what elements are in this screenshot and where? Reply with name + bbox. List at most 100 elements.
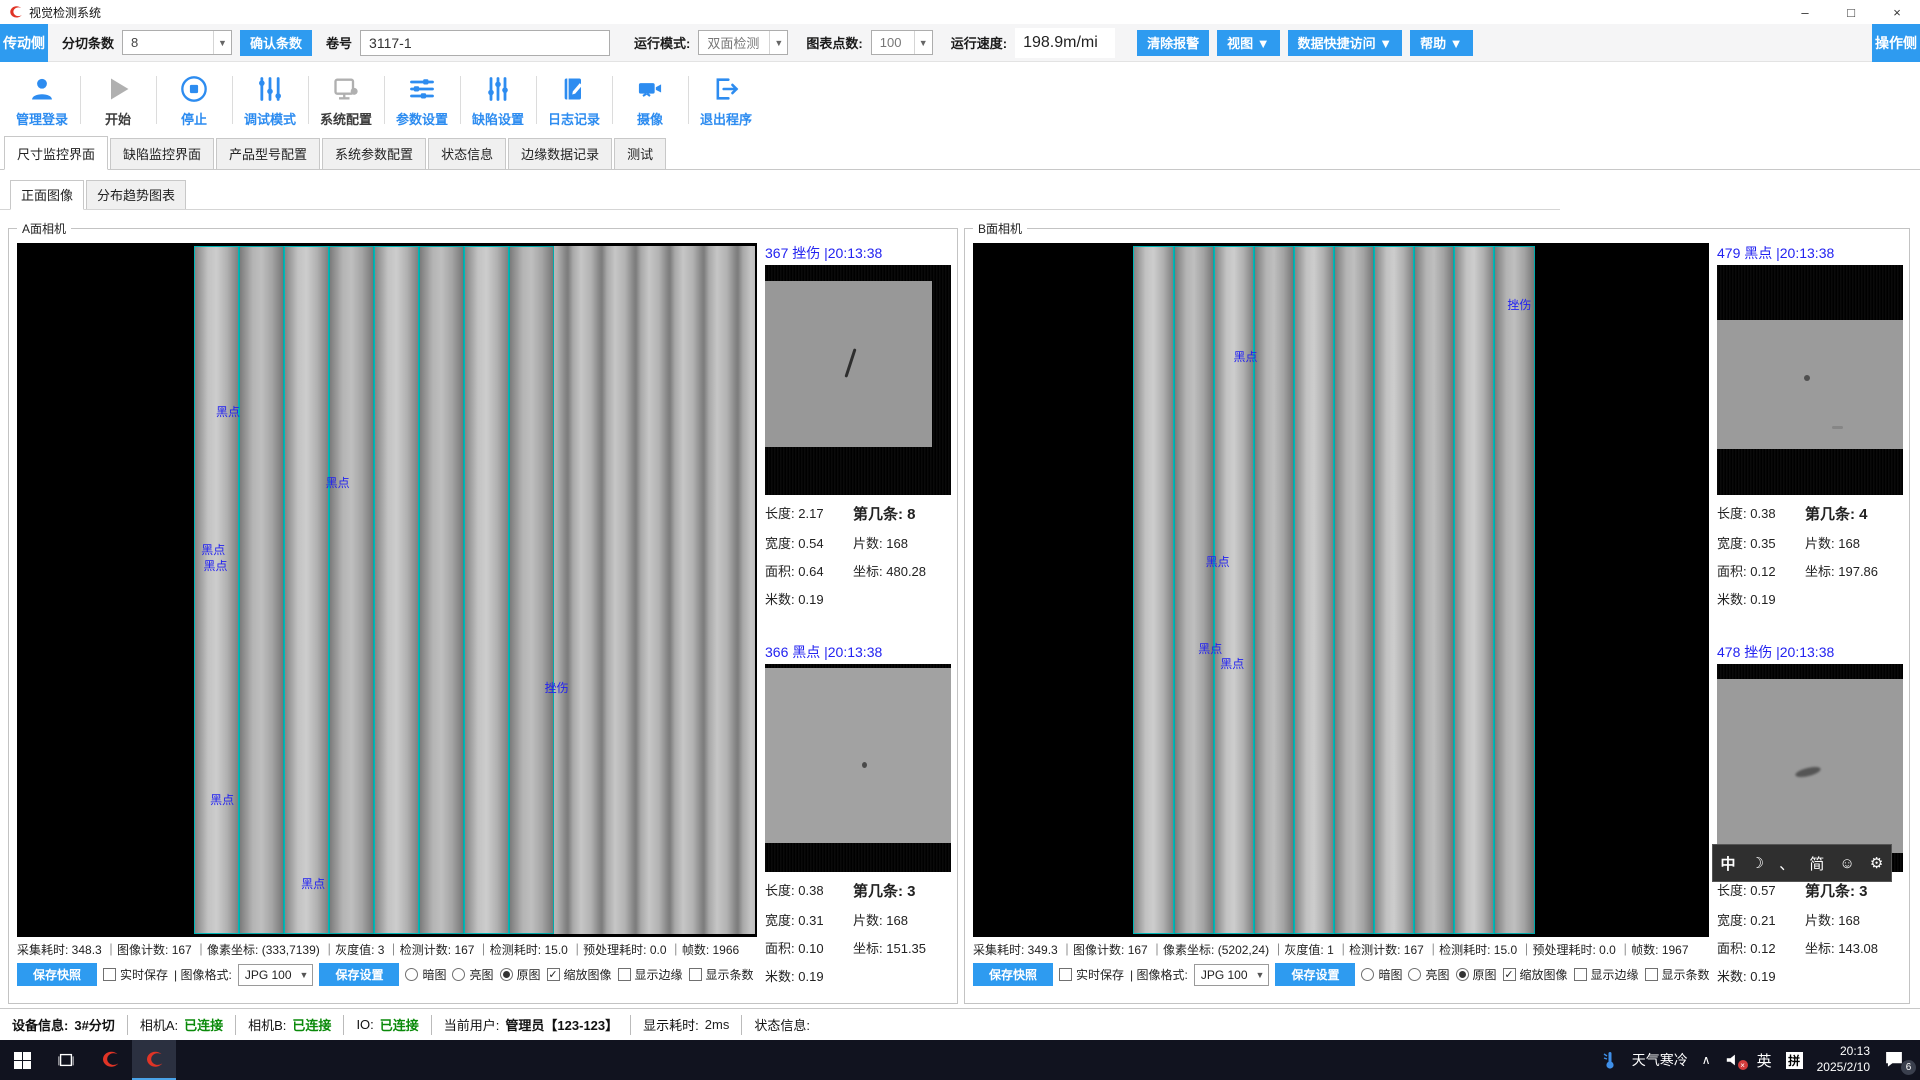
tab-test[interactable]: 测试 [614,138,666,169]
run-mode-select[interactable]: 双面检测 ▼ [698,30,788,55]
exit-program-button[interactable]: 退出程序 [688,62,764,138]
ime-pinyin-indicator[interactable]: 拼 [1786,1052,1803,1069]
image-format-select[interactable]: JPG 100 ▼ [1194,964,1270,986]
tray-chevron-icon[interactable]: ∧ [1702,1053,1711,1067]
tab-product-model-config[interactable]: 产品型号配置 [216,138,320,169]
ime-chinese-mode[interactable]: 中 [1721,853,1736,874]
ime-punctuation-icon[interactable]: 、 [1779,853,1794,874]
defect-annotation: 黑点 [1220,655,1244,672]
camera-b-image[interactable]: 挫伤 黑点 黑点 黑点 黑点 [973,243,1709,937]
minimize-button[interactable]: – [1782,0,1828,24]
tab-status-info[interactable]: 状态信息 [428,138,506,169]
chevron-down-icon: ▼ [914,31,932,54]
defect-info: 长度: 0.38 第几条: 3 宽度: 0.31 片数: 168 面积: 0.1… [765,872,951,985]
realtime-save-checkbox[interactable]: 实时保存 [1059,966,1124,983]
ime-settings-gear-icon[interactable]: ⚙ [1870,854,1883,872]
camera-a-title: A面相机 [17,220,71,237]
log-record-button[interactable]: 日志记录 [536,62,612,138]
ime-simplified-icon[interactable]: 简 [1809,853,1824,874]
defect-header[interactable]: 478 挫伤 |20:13:38 [1717,642,1903,664]
defect-thumbnail[interactable] [765,265,951,495]
defect-thumbnail[interactable] [1717,664,1903,872]
show-edge-checkbox[interactable]: 显示边缘 [618,966,683,983]
run-mode-label: 运行模式: [634,33,690,52]
tab-edge-data-record[interactable]: 边缘数据记录 [508,138,612,169]
drive-side-button[interactable]: 传动侧 [0,24,48,62]
camera-a-image[interactable]: 黑点 黑点 黑点 黑点 挫伤 黑点 黑点 [17,243,757,937]
confirm-count-button[interactable]: 确认条数 [240,30,312,56]
close-button[interactable]: × [1874,0,1920,24]
tab-system-param-config[interactable]: 系统参数配置 [322,138,426,169]
save-snapshot-button[interactable]: 保存快照 [17,963,97,986]
taskbar-time: 20:13 [1817,1044,1870,1060]
original-image-radio[interactable]: 原图 [1456,966,1497,983]
original-image-radio[interactable]: 原图 [500,966,541,983]
tab-size-monitor[interactable]: 尺寸监控界面 [4,136,108,170]
slice-count-select[interactable]: 8 ▼ [122,30,232,55]
defect-settings-button[interactable]: 缺陷设置 [460,62,536,138]
start-button[interactable]: 开始 [80,62,156,138]
chevron-down-icon: ▼ [213,31,231,54]
operator-side-button[interactable]: 操作侧 [1872,24,1920,62]
debug-mode-button[interactable]: 调试模式 [232,62,308,138]
weather-text[interactable]: 天气寒冷 [1632,1050,1688,1070]
task-view-button[interactable] [44,1040,88,1080]
save-settings-button[interactable]: 保存设置 [1275,963,1355,986]
image-format-select[interactable]: JPG 100 ▼ [238,964,314,986]
tab-defect-monitor[interactable]: 缺陷监控界面 [110,138,214,169]
zoom-image-checkbox[interactable]: ✓缩放图像 [1503,966,1568,983]
chart-points-select[interactable]: 100 ▼ [871,30,933,55]
defect-header[interactable]: 366 黑点 |20:13:38 [765,642,951,664]
camera-b-panel: B面相机 挫伤 黑点 黑点 黑点 黑点 采集耗时: 349.3 ｜图像计数: 1… [964,228,1910,1004]
system-config-button[interactable]: 系统配置 [308,62,384,138]
device-info-segment: 设备信息: 3#分切 [0,1015,128,1035]
strip-overlay [1133,246,1534,934]
app-logo-icon [8,5,23,20]
roll-number-input[interactable]: 3117-1 [360,30,610,56]
show-count-checkbox[interactable]: 显示条数 [1645,966,1710,983]
view-menu-button[interactable]: 视图 ▼ [1217,30,1279,56]
bright-image-radio[interactable]: 亮图 [452,966,493,983]
maximize-button[interactable]: □ [1828,0,1874,24]
quick-access-menu-button[interactable]: 数据快捷访问 ▼ [1288,30,1402,56]
start-button[interactable] [0,1040,44,1080]
help-menu-button[interactable]: 帮助 ▼ [1410,30,1472,56]
defect-header[interactable]: 367 挫伤 |20:13:38 [765,243,951,265]
ime-halfmoon-icon[interactable]: ☽ [1751,854,1764,872]
camera-b-connection-segment: 相机B: 已连接 [236,1015,344,1035]
notification-badge: 6 [1901,1060,1916,1075]
tab-front-image[interactable]: 正面图像 [10,180,84,210]
defect-info: 长度: 2.17 第几条: 8 宽度: 0.54 片数: 168 面积: 0.6… [765,495,951,608]
defect-thumbnail[interactable] [1717,265,1903,495]
parameter-settings-button[interactable]: 参数设置 [384,62,460,138]
save-snapshot-button[interactable]: 保存快照 [973,963,1053,986]
show-edge-checkbox[interactable]: 显示边缘 [1574,966,1639,983]
stop-button[interactable]: 停止 [156,62,232,138]
strip-overlay [194,246,554,934]
clear-alarm-button[interactable]: 清除报警 [1137,30,1209,56]
exit-icon [712,73,740,105]
show-count-checkbox[interactable]: 显示条数 [689,966,754,983]
defect-annotation: 挫伤 [1507,296,1531,313]
ime-emoji-icon[interactable]: ☺ [1839,855,1854,872]
volume-muted-icon[interactable]: × [1725,1052,1743,1068]
save-settings-button[interactable]: 保存设置 [319,963,399,986]
tab-distribution-trend-chart[interactable]: 分布趋势图表 [86,180,186,209]
dark-image-radio[interactable]: 暗图 [405,966,446,983]
taskbar-app-icon-active[interactable] [132,1040,176,1080]
notification-center-button[interactable]: 6 [1884,1050,1910,1071]
user-icon [28,73,56,105]
login-button[interactable]: 管理登录 [4,62,80,138]
taskbar-clock[interactable]: 20:13 2025/2/10 [1817,1044,1870,1075]
defect-thumbnail[interactable] [765,664,951,872]
realtime-save-checkbox[interactable]: 实时保存 [103,966,168,983]
stop-icon [180,73,208,105]
defect-header[interactable]: 479 黑点 |20:13:38 [1717,243,1903,265]
capture-button[interactable]: 摄像 [612,62,688,138]
language-indicator[interactable]: 英 [1757,1050,1772,1071]
taskbar-app-icon[interactable] [88,1040,132,1080]
bright-image-radio[interactable]: 亮图 [1408,966,1449,983]
app-window: 视觉检测系统 – □ × 传动侧 分切条数 8 ▼ 确认条数 卷号 3117-1… [0,0,1920,1080]
zoom-image-checkbox[interactable]: ✓缩放图像 [547,966,612,983]
dark-image-radio[interactable]: 暗图 [1361,966,1402,983]
